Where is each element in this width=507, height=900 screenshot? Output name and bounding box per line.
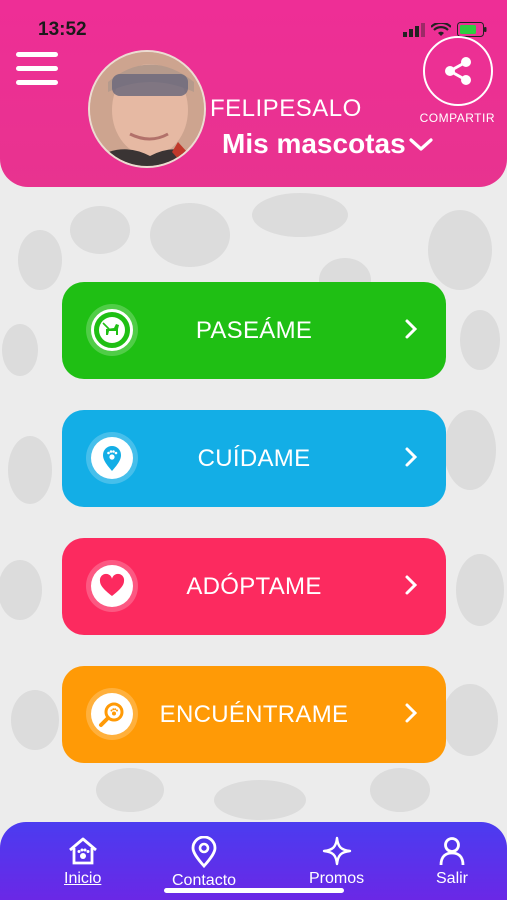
sparkle-icon [322,836,351,866]
find-me-button[interactable]: ENCUÉNTRAME [62,666,446,763]
status-time: 13:52 [38,19,87,40]
signal-icon [403,22,425,37]
menu-hamburger-icon[interactable] [16,52,58,88]
user-icon [439,837,465,866]
home-paw-icon [68,837,97,865]
nav-item-exit[interactable]: Salir [436,836,468,888]
home-indicator [164,888,344,893]
pets-dropdown-label: Mis mascotas [222,128,406,159]
adopt-me-label: ADÓPTAME [186,572,322,600]
share-icon [445,57,471,85]
share-label: COMPARTIR [419,111,495,125]
username: FELIPESALO [210,95,362,122]
map-pin-icon [191,836,217,868]
walk-me-label: PASEÁME [195,316,313,344]
share-button[interactable] [423,36,493,106]
chevron-right-icon [405,703,418,723]
nav-item-promos[interactable]: Promos [309,836,364,888]
avatar[interactable] [88,50,206,168]
wifi-icon [431,22,451,36]
care-me-button[interactable]: CUÍDAME [62,410,446,507]
nav-label-promos: Promos [309,870,365,887]
chevron-right-icon [405,447,418,467]
adopt-me-button[interactable]: ADÓPTAME [62,538,446,635]
battery-icon [457,22,487,37]
nav-item-contact[interactable]: Contacto [172,836,236,890]
chevron-right-icon [405,319,418,339]
walk-me-button[interactable]: PASEÁME [62,282,446,379]
find-me-label: ENCUÉNTRAME [159,700,349,728]
nav-label-home: Inicio [64,870,102,887]
care-me-label: CUÍDAME [197,444,311,472]
profile-header: 13:52 FELIPESALO Mis mascotas COMPARTIR [0,0,507,187]
nav-item-home[interactable]: Inicio [64,836,101,888]
main-menu: PASEÁME CUÍDAME ADÓPTAME ENCUÉNTRAME [62,282,446,794]
nav-label-exit: Salir [436,870,469,887]
status-icons [403,22,487,37]
avatar-photo [90,52,204,166]
chevron-right-icon [405,575,418,595]
pets-dropdown[interactable]: Mis mascotas [222,128,434,160]
chevron-down-icon [409,138,433,151]
